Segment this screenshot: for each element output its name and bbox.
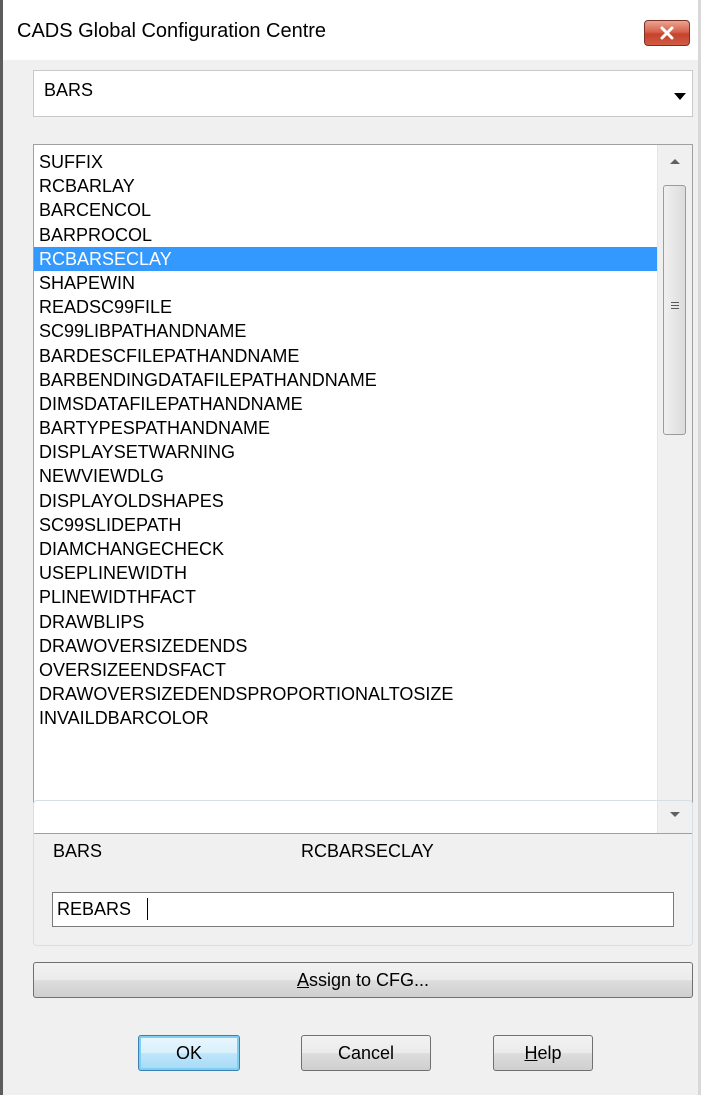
setting-key-label: RCBARSECLAY <box>301 841 434 861</box>
setting-list-items: SUFFIX RCBARLAY BARCENCOL BARPROCOL RCBARSEC… <box>34 150 660 731</box>
list-item[interactable]: BARPROCOL <box>34 223 660 247</box>
list-item[interactable]: RCBARSECLAY <box>34 246 660 271</box>
list-item[interactable]: DRAWOVERSIZEDENDS <box>34 634 660 658</box>
assign-to-cfg-button[interactable]: Assign to CFG... <box>33 962 693 998</box>
section-label: BARS <box>53 841 103 861</box>
list-item[interactable]: DISPLAYSETWARNING <box>34 440 660 464</box>
help-mnemonic: H <box>524 1042 538 1063</box>
section-dropdown-value: BARS <box>44 80 94 100</box>
setting-detail-panel: BARS RCBARSECLAY <box>33 800 693 946</box>
close-icon <box>660 26 674 40</box>
list-item[interactable]: SC99LIBPATHANDNAME <box>34 319 660 343</box>
list-item[interactable]: NEWVIEWDLG <box>34 464 660 488</box>
dialog-body: BARS SUFFIX RCBARLAY BARCENCOL BARPROCOL RCB… <box>3 60 698 1095</box>
title-bar[interactable]: CADS Global Configuration Centre <box>3 0 698 60</box>
cancel-button[interactable]: Cancel <box>301 1035 431 1071</box>
list-item[interactable]: BARDESCFILEPATHANDNAME <box>34 344 660 368</box>
list-item[interactable]: DRAWOVERSIZEDENDSPROPORTIONALTOSIZE <box>34 682 660 706</box>
list-item[interactable]: READSC99FILE <box>34 295 660 319</box>
list-item[interactable]: BARBENDINGDATAFILEPATHANDNAME <box>34 368 660 392</box>
window-title: CADS Global Configuration Centre <box>17 20 327 42</box>
list-scrollbar[interactable] <box>657 145 692 833</box>
close-button[interactable] <box>644 20 690 46</box>
list-item[interactable]: SUFFIX <box>34 150 660 174</box>
list-item[interactable]: DRAWBLIPS <box>34 610 660 634</box>
list-item[interactable]: DIAMCHANGECHECK <box>34 537 660 561</box>
chevron-down-icon[interactable] <box>674 93 686 100</box>
list-item[interactable]: USEPLINEWIDTH <box>34 561 660 585</box>
ok-button[interactable]: OK <box>138 1035 240 1071</box>
list-item[interactable]: BARCENCOL <box>34 198 660 222</box>
help-label: elp <box>537 1042 562 1063</box>
list-item[interactable]: DIMSDATAFILEPATHANDNAME <box>34 392 660 416</box>
scroll-thumb[interactable] <box>663 185 686 435</box>
list-item[interactable]: INVAILDBARCOLOR <box>34 706 660 730</box>
section-dropdown[interactable]: BARS <box>33 70 693 117</box>
list-item[interactable]: SHAPEWIN <box>34 271 660 295</box>
text-caret <box>147 898 148 920</box>
list-item[interactable]: OVERSIZEENDSFACT <box>34 658 660 682</box>
setting-value-input[interactable] <box>52 892 674 927</box>
assign-mnemonic: A <box>296 969 309 990</box>
list-item[interactable]: DISPLAYOLDSHAPES <box>34 489 660 513</box>
scroll-up-arrow-icon[interactable] <box>658 145 692 179</box>
list-item[interactable]: BARTYPESPATHANDNAME <box>34 416 660 440</box>
grip-icon <box>671 302 679 311</box>
list-item[interactable]: RCBARLAY <box>34 174 660 198</box>
setting-list[interactable]: SUFFIX RCBARLAY BARCENCOL BARPROCOL RCBARSEC… <box>33 144 693 834</box>
list-item[interactable]: SC99SLIDEPATH <box>34 513 660 537</box>
config-dialog: CADS Global Configuration Centre BARS SU… <box>0 0 701 1095</box>
assign-label: ssign to CFG... <box>308 969 430 990</box>
help-button[interactable]: Help <box>493 1035 593 1071</box>
list-item[interactable]: PLINEWIDTHFACT <box>34 585 660 609</box>
